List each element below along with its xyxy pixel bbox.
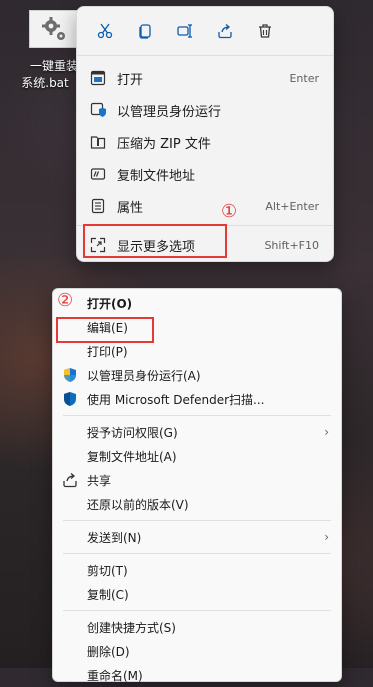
uac-shield-icon	[61, 366, 79, 384]
classic-item-cut[interactable]: 剪切(T)	[53, 558, 341, 582]
gears-icon	[42, 17, 65, 40]
menu-item-copy-path[interactable]: 复制文件地址	[77, 158, 333, 190]
copy-path-icon	[89, 165, 107, 183]
properties-icon	[89, 197, 107, 215]
defender-icon	[61, 390, 79, 408]
menu-item-open[interactable]: 打开 Enter	[77, 62, 333, 94]
classic-item-copy[interactable]: 复制(C)	[53, 582, 341, 606]
classic-separator	[63, 415, 331, 416]
share-button[interactable]	[205, 11, 245, 51]
highlight-show-more-options	[83, 224, 227, 258]
annotation-number-2: ②	[57, 290, 74, 311]
bat-file-thumbnail	[29, 10, 79, 48]
classic-separator	[63, 553, 331, 554]
delete-button[interactable]	[245, 11, 285, 51]
copy-icon	[139, 24, 151, 39]
cut-icon	[97, 23, 113, 39]
classic-item-send-to[interactable]: 发送到(N) ›	[53, 525, 341, 549]
classic-item-create-shortcut[interactable]: 创建快捷方式(S)	[53, 615, 341, 639]
copy-button[interactable]	[125, 11, 165, 51]
submenu-arrow-icon: ›	[324, 530, 329, 544]
delete-icon	[259, 24, 271, 38]
rename-button[interactable]	[165, 11, 205, 51]
cut-button[interactable]	[85, 11, 125, 51]
annotation-number-1: ①	[221, 201, 238, 222]
classic-item-run-as-admin[interactable]: 以管理员身份运行(A)	[53, 363, 341, 387]
share-icon	[61, 471, 79, 489]
menu-item-run-as-admin[interactable]: 以管理员身份运行	[77, 94, 333, 126]
classic-context-menu: 打开(O) 编辑(E) 打印(P) 以管理员身份运行(A) 使用 Microso…	[52, 288, 342, 683]
open-icon	[89, 69, 107, 87]
classic-item-rename[interactable]: 重命名(M)	[53, 663, 341, 687]
share-icon	[218, 24, 232, 39]
menu-item-properties[interactable]: 属性 Alt+Enter	[77, 190, 333, 222]
classic-item-grant-access[interactable]: 授予访问权限(G) ›	[53, 420, 341, 444]
shield-icon	[89, 101, 107, 119]
classic-item-restore-versions[interactable]: 还原以前的版本(V)	[53, 492, 341, 516]
classic-item-defender-scan[interactable]: 使用 Microsoft Defender扫描...	[53, 387, 341, 411]
classic-separator	[63, 610, 331, 611]
context-toolbar	[77, 7, 333, 55]
classic-item-delete[interactable]: 删除(D)	[53, 639, 341, 663]
zip-folder-icon	[89, 133, 107, 151]
menu-item-compress-zip[interactable]: 压缩为 ZIP 文件	[77, 126, 333, 158]
classic-separator	[63, 520, 331, 521]
submenu-arrow-icon: ›	[324, 425, 329, 439]
classic-item-open[interactable]: 打开(O)	[53, 291, 341, 315]
classic-item-share[interactable]: 共享	[53, 468, 341, 492]
classic-item-copy-path[interactable]: 复制文件地址(A)	[53, 444, 341, 468]
highlight-edit-item	[56, 317, 154, 343]
rename-icon	[177, 24, 192, 38]
